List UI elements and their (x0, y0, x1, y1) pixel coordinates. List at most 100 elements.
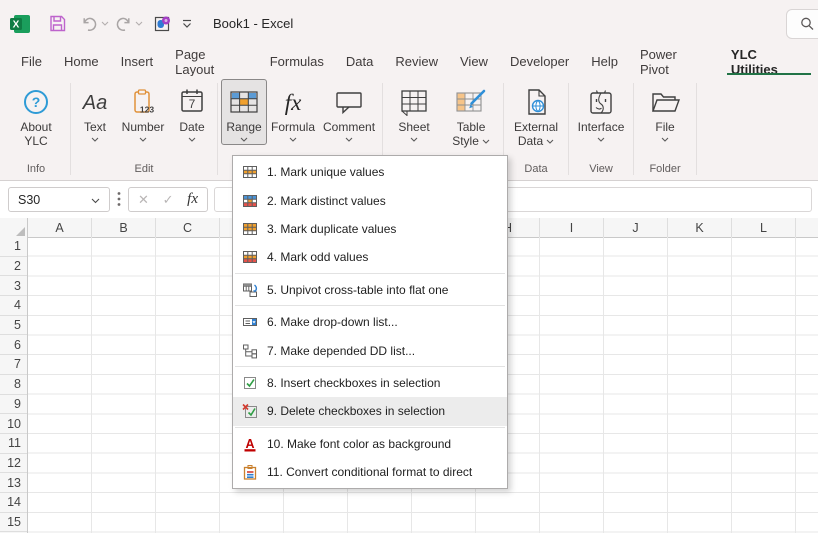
excel-app-icon: X (10, 10, 32, 38)
comment-button[interactable]: Comment (319, 79, 379, 145)
chevron-down-icon[interactable] (91, 193, 100, 207)
ribbon-group-folder: File Folder (634, 79, 696, 180)
menu-item-convert-conditional-format[interactable]: 11. Convert conditional format to direct (233, 458, 507, 486)
chevron-down-icon (597, 137, 605, 144)
menu-item-dropdown-list[interactable]: 6. Make drop-down list... (233, 308, 507, 336)
svg-text:fx: fx (285, 90, 302, 115)
column-header-partial[interactable] (796, 218, 818, 237)
customize-quick-access-icon[interactable] (181, 10, 193, 38)
chevron-down-icon (91, 137, 99, 144)
tab-ylc-utilities[interactable]: YLC Utilities (720, 47, 818, 77)
menu-separator (235, 305, 505, 307)
tab-help[interactable]: Help (580, 47, 629, 76)
row-header[interactable]: 2 (0, 257, 27, 277)
column-header[interactable]: K (668, 218, 732, 237)
tab-view[interactable]: View (449, 47, 499, 76)
row-header[interactable]: 4 (0, 296, 27, 316)
interface-button[interactable]: Interface (572, 79, 630, 145)
about-ylc-button[interactable]: ? About YLC (5, 79, 67, 149)
calendar-icon: 7 (177, 84, 207, 120)
name-box[interactable]: S30 (8, 187, 110, 212)
menu-item-dependent-dropdown[interactable]: 7. Make depended DD list... (233, 336, 507, 364)
number-123-icon: 123 (128, 84, 158, 120)
ribbon-tab-row: File Home Insert Page Layout Formulas Da… (0, 47, 818, 77)
number-button[interactable]: 123 Number (116, 79, 170, 145)
column-header[interactable]: L (732, 218, 796, 237)
tab-file[interactable]: File (10, 47, 53, 76)
group-label-folder: Folder (649, 163, 681, 175)
tab-data[interactable]: Data (335, 47, 384, 76)
office-addin-icon[interactable] (153, 10, 172, 38)
chevron-down-icon (139, 137, 147, 144)
mark-distinct-grid-icon (241, 193, 259, 209)
save-icon[interactable] (48, 10, 67, 38)
menu-item-mark-odd[interactable]: 4. Mark odd values (233, 243, 507, 271)
tab-formulas[interactable]: Formulas (259, 47, 335, 76)
column-header[interactable]: B (92, 218, 156, 237)
external-data-button[interactable]: External Data (507, 79, 565, 149)
row-header[interactable]: 8 (0, 375, 27, 395)
tab-review[interactable]: Review (384, 47, 449, 76)
sheet-button[interactable]: Sheet (386, 79, 442, 145)
svg-text:X: X (13, 19, 20, 30)
row-header[interactable]: 7 (0, 355, 27, 375)
column-header[interactable]: C (156, 218, 220, 237)
formula-bar-grip-icon (117, 191, 121, 212)
group-label-info: Info (26, 163, 46, 175)
dependent-dropdown-icon (241, 343, 259, 359)
table-style-button[interactable]: Table Style (442, 79, 500, 149)
tab-developer[interactable]: Developer (499, 47, 580, 76)
menu-item-mark-duplicate[interactable]: 3. Mark duplicate values (233, 215, 507, 243)
search-button[interactable] (786, 9, 818, 39)
formula-button[interactable]: fx Formula (267, 79, 319, 145)
cancel-button[interactable]: ✕ (138, 192, 149, 208)
menu-item-unpivot[interactable]: 5. Unpivot cross-table into flat one (233, 276, 507, 304)
tab-home[interactable]: Home (53, 47, 110, 76)
row-header[interactable]: 6 (0, 335, 27, 356)
svg-text:123: 123 (140, 105, 154, 115)
column-header[interactable]: J (604, 218, 668, 237)
column-header[interactable]: A (28, 218, 92, 237)
row-header[interactable]: 1 (0, 237, 27, 257)
menu-item-insert-checkboxes[interactable]: 8. Insert checkboxes in selection (233, 369, 507, 397)
folder-icon (649, 84, 681, 120)
tab-insert[interactable]: Insert (110, 47, 165, 76)
row-header[interactable]: 9 (0, 395, 27, 415)
undo-dropdown-icon (101, 21, 109, 26)
row-header[interactable]: 13 (0, 473, 27, 493)
row-header[interactable]: 3 (0, 276, 27, 297)
select-all-corner[interactable] (0, 218, 28, 237)
title-bar: X Book1 - Excel (0, 0, 818, 47)
range-button[interactable]: Range (221, 79, 267, 145)
row-header[interactable]: 11 (0, 434, 27, 454)
menu-item-font-color-background[interactable]: A 10. Make font color as background (233, 430, 507, 458)
date-button[interactable]: 7 Date (170, 79, 214, 145)
undo-icon[interactable] (81, 10, 109, 38)
menu-item-delete-checkboxes[interactable]: 9. Delete checkboxes in selection (233, 397, 507, 426)
file-button[interactable]: File (637, 79, 693, 145)
enter-button[interactable]: ✓ (163, 192, 174, 208)
chevron-down-icon (345, 137, 353, 144)
row-header[interactable]: 10 (0, 414, 27, 434)
text-button[interactable]: Aa Text (74, 79, 116, 145)
unpivot-icon (241, 282, 259, 298)
select-all-triangle-icon (16, 227, 25, 236)
redo-icon[interactable] (115, 10, 143, 38)
column-header[interactable]: I (540, 218, 604, 237)
row-header[interactable]: 12 (0, 454, 27, 474)
row-header[interactable]: 15 (0, 513, 27, 533)
chevron-down-icon (661, 137, 669, 144)
text-aa-icon: Aa (78, 84, 112, 120)
row-header[interactable]: 14 (0, 493, 27, 513)
menu-item-mark-distinct[interactable]: 2. Mark distinct values (233, 186, 507, 214)
row-header[interactable]: 5 (0, 316, 27, 336)
table-style-pencil-icon (454, 84, 488, 120)
menu-item-mark-unique[interactable]: 1. Mark unique values (233, 158, 507, 186)
checkbox-delete-icon (241, 403, 259, 419)
row-headers: 1 2 3 4 5 6 7 8 9 10 11 12 13 14 15 (0, 237, 28, 533)
tab-power-pivot[interactable]: Power Pivot (629, 47, 720, 77)
svg-text:Aa: Aa (82, 92, 107, 114)
font-color-icon: A (241, 436, 259, 452)
tab-page-layout[interactable]: Page Layout (164, 47, 259, 77)
insert-function-button[interactable]: fx (187, 191, 198, 208)
